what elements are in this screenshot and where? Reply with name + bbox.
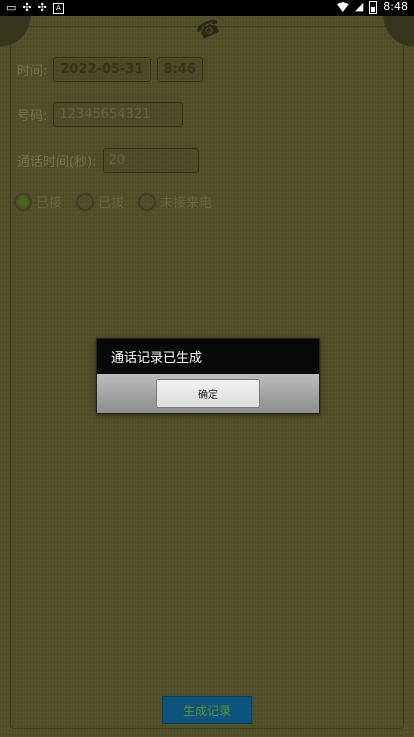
a-icon: A (52, 2, 64, 14)
bug-icon: ✣ (37, 1, 47, 14)
dialog-footer: 确定 (97, 374, 319, 413)
dialog-message: 通话记录已生成 (97, 339, 319, 374)
alert-dialog: 通话记录已生成 确定 (96, 338, 320, 414)
signal-icon: ◢ (354, 0, 364, 13)
battery-icon (369, 0, 378, 14)
notification-icon: ▭ (6, 1, 17, 14)
status-bar: ▭ ✣ ✣ A ◢ 8:48 (0, 0, 414, 16)
status-left-icons: ▭ ✣ ✣ A (6, 1, 64, 15)
wifi-icon (336, 2, 349, 12)
bug-icon: ✣ (22, 1, 32, 14)
status-right: ◢ 8:48 (336, 0, 408, 14)
status-time: 8:48 (383, 0, 408, 13)
app-screen: ☎ 时间: 2022-05-31 8:46 号码: 12345654321 通话… (0, 16, 414, 737)
ok-button[interactable]: 确定 (156, 379, 260, 408)
